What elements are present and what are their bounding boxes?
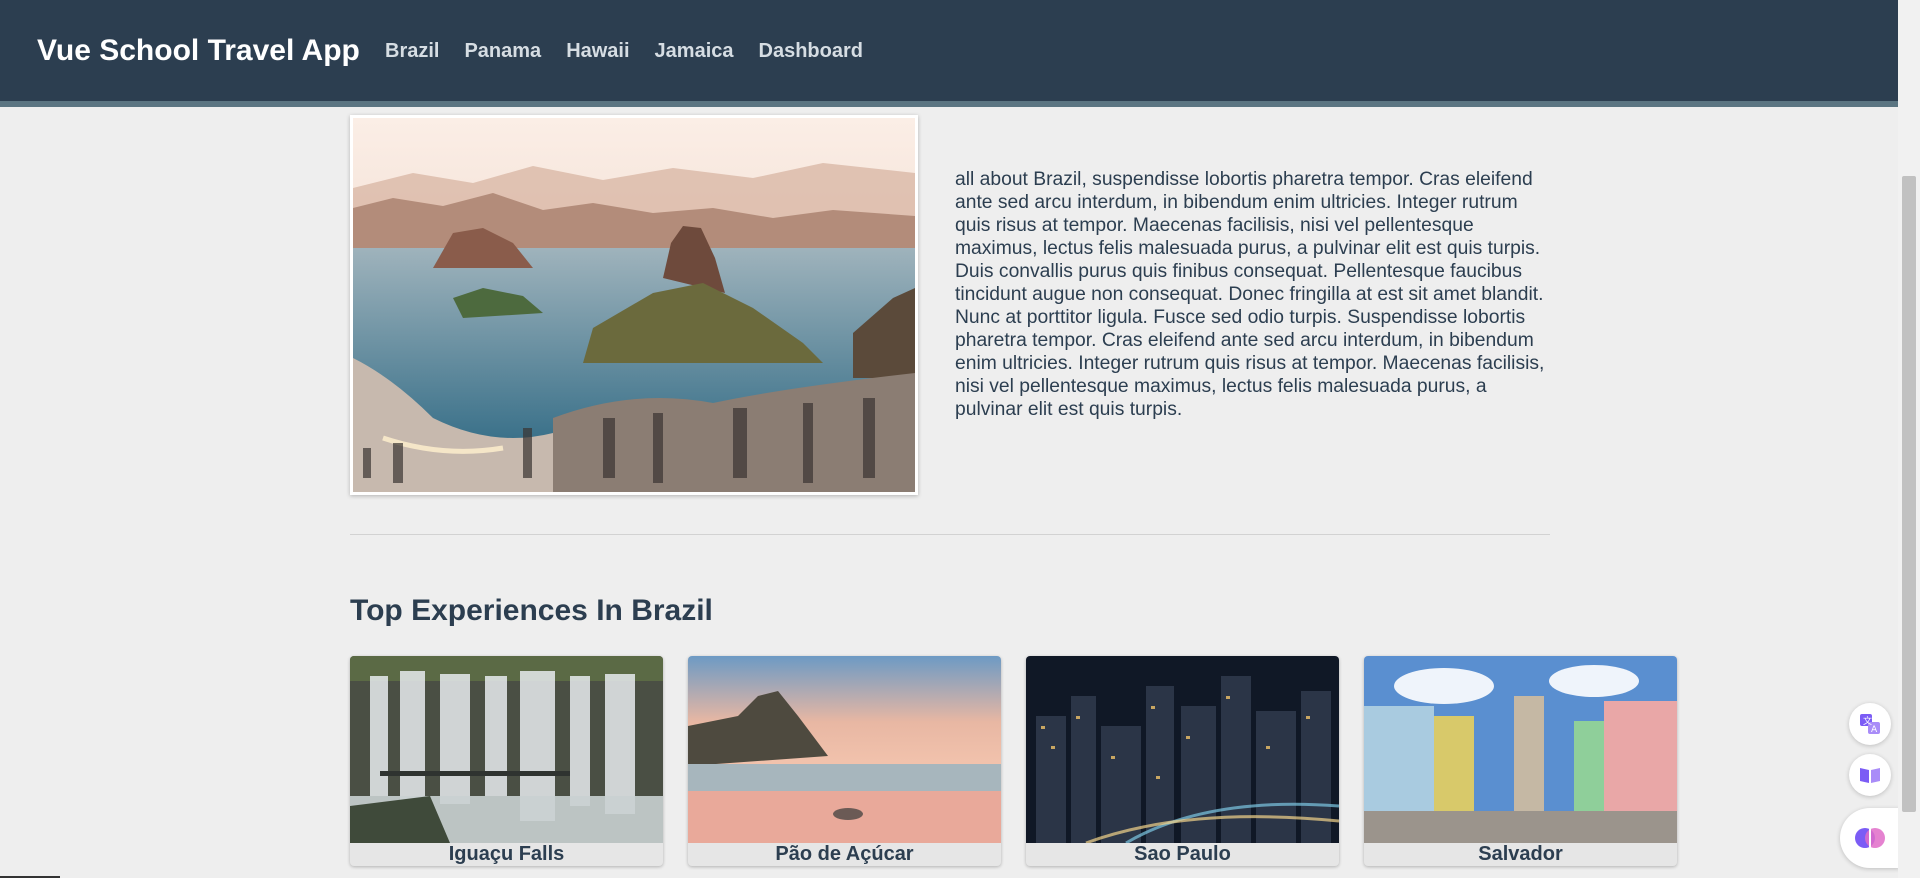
night-city-photo (1026, 656, 1339, 843)
experience-card-iguacu[interactable]: Iguaçu Falls (350, 656, 663, 866)
rio-de-janeiro-photo (353, 118, 915, 492)
experience-card-pao-de-acucar[interactable]: Pão de Açúcar (688, 656, 1001, 866)
nav-link-panama[interactable]: Panama (464, 40, 541, 63)
svg-text:A: A (1871, 725, 1878, 735)
experience-card-salvador[interactable]: Salvador (1364, 656, 1677, 866)
section-divider (350, 534, 1550, 535)
experiences-heading: Top Experiences In Brazil (350, 594, 713, 627)
ai-brain-icon[interactable] (1840, 808, 1900, 868)
page-scrollbar[interactable] (1898, 0, 1920, 878)
top-navbar: Vue School Travel App Brazil Panama Hawa… (0, 0, 1898, 107)
nav-link-dashboard[interactable]: Dashboard (759, 40, 863, 63)
nav-link-jamaica[interactable]: Jamaica (655, 40, 734, 63)
destination-description: all about Brazil, suspendisse lobortis p… (955, 169, 1545, 420)
sugarloaf-beach-photo (688, 656, 1001, 843)
scrollbar-thumb[interactable] (1902, 176, 1916, 812)
experience-card-name: Pão de Açúcar (775, 843, 914, 865)
waterfall-photo (350, 656, 663, 843)
experience-cards: Iguaçu Falls Pão de Açúcar Sao Paulo Sal… (350, 656, 1677, 866)
main-nav: Brazil Panama Hawaii Jamaica Dashboard (385, 40, 863, 63)
app-logo-link[interactable]: Vue School Travel App (37, 34, 360, 68)
destination-image (350, 115, 918, 495)
nav-link-brazil[interactable]: Brazil (385, 40, 439, 63)
experience-card-name: Iguaçu Falls (448, 843, 565, 865)
nav-link-hawaii[interactable]: Hawaii (566, 40, 629, 63)
experience-card-name: Salvador (1478, 843, 1563, 865)
experience-card-name: Sao Paulo (1134, 843, 1231, 865)
experience-card-sao-paulo[interactable]: Sao Paulo (1026, 656, 1339, 866)
colonial-street-photo (1364, 656, 1677, 843)
reader-icon[interactable] (1849, 754, 1891, 796)
translate-icon[interactable]: 文A (1849, 703, 1891, 745)
